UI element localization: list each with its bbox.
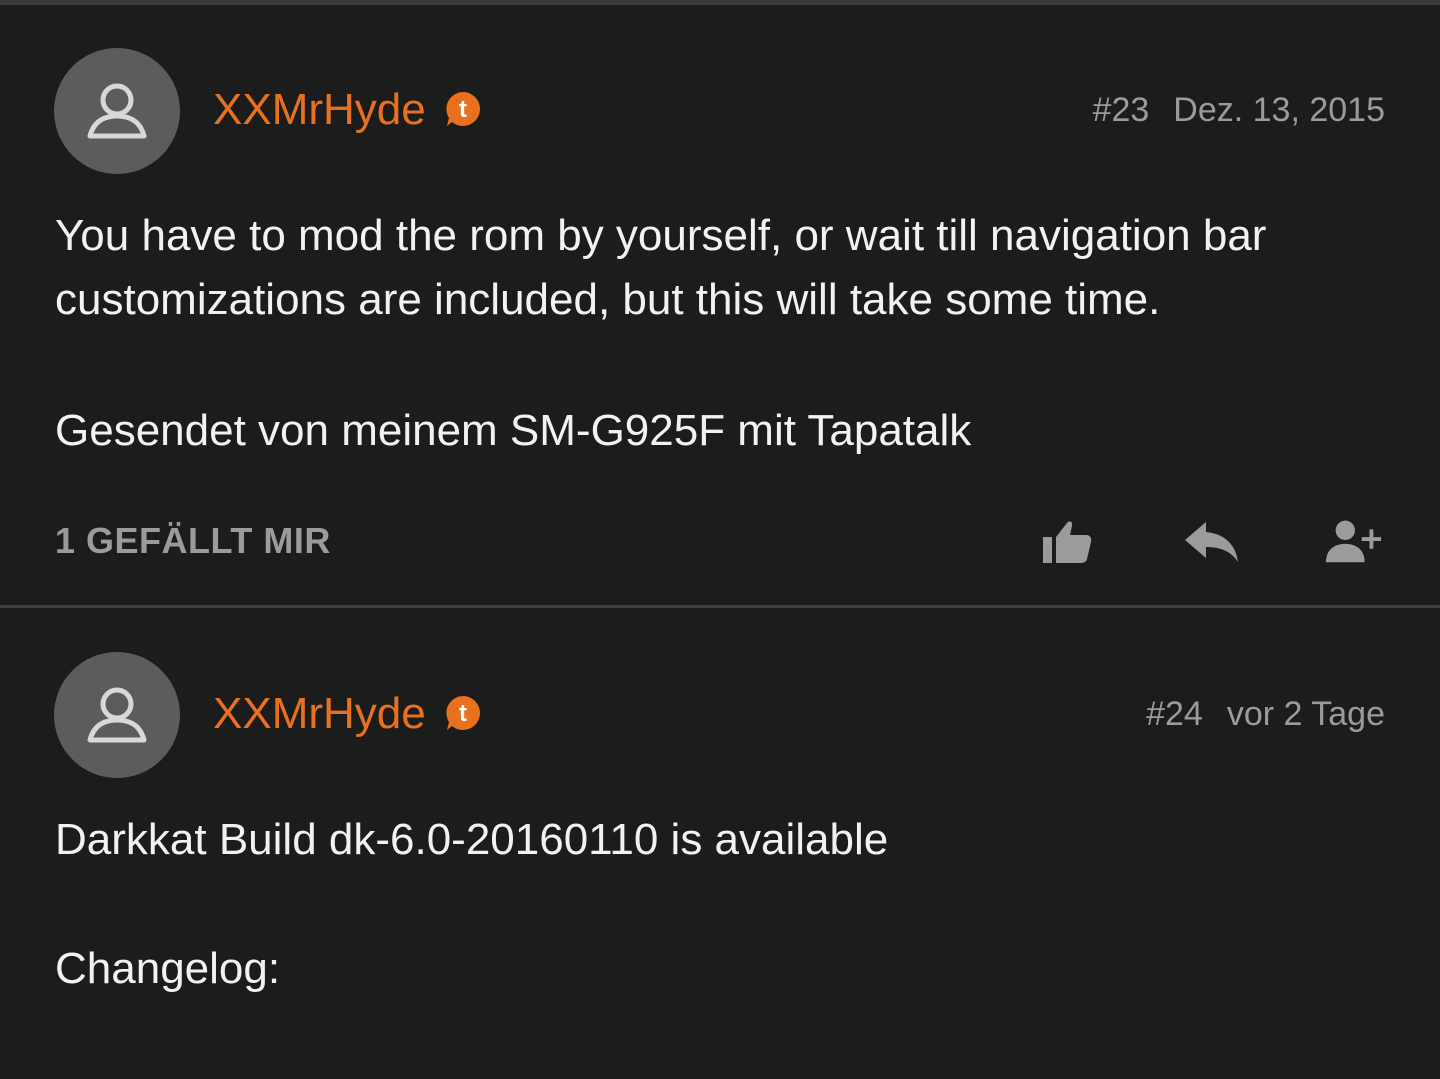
body-line: customizations are included, but this wi… [55, 275, 1161, 324]
user-icon [87, 83, 147, 139]
body-line: You have to mod the rom by yourself, or … [55, 211, 1267, 260]
reply-button[interactable] [1181, 516, 1241, 566]
tapatalk-icon: t [446, 92, 480, 126]
tapatalk-icon: t [446, 696, 480, 730]
post-date: vor 2 Tage [1226, 695, 1385, 733]
like-button[interactable] [1037, 516, 1097, 566]
username[interactable]: XXMrHyde [213, 84, 426, 136]
svg-text:t: t [459, 96, 467, 123]
add-user-icon [1325, 520, 1382, 563]
avatar[interactable] [54, 48, 180, 174]
post-body: Darkkat Build dk-6.0-20160110 is availab… [55, 815, 889, 864]
post-date: Dez. 13, 2015 [1173, 91, 1385, 129]
post-signature: Gesendet von meinem SM-G925F mit Tapatal… [55, 406, 972, 455]
likes-count[interactable]: 1 GEFÄLLT MIR [55, 520, 331, 562]
post-23: XXMrHyde t #23 Dez. 13, 2015 You have to … [0, 0, 1440, 605]
post-meta: #23 Dez. 13, 2015 [1093, 90, 1385, 130]
svg-text:t: t [459, 700, 467, 727]
post-24: XXMrHyde t #24 vor 2 Tage Darkkat Build d… [0, 608, 1440, 1079]
reply-icon [1185, 522, 1238, 562]
post-number[interactable]: #24 [1146, 695, 1203, 733]
username[interactable]: XXMrHyde [213, 688, 426, 740]
post-body: You have to mod the rom by yourself, or … [55, 204, 1395, 332]
avatar[interactable] [54, 652, 180, 778]
post-meta: #24 vor 2 Tage [1146, 694, 1385, 734]
user-icon [87, 687, 147, 743]
post-body: Changelog: [55, 944, 281, 993]
follow-button[interactable] [1324, 516, 1384, 566]
thumbs-up-icon [1043, 521, 1092, 563]
post-number[interactable]: #23 [1093, 91, 1150, 129]
